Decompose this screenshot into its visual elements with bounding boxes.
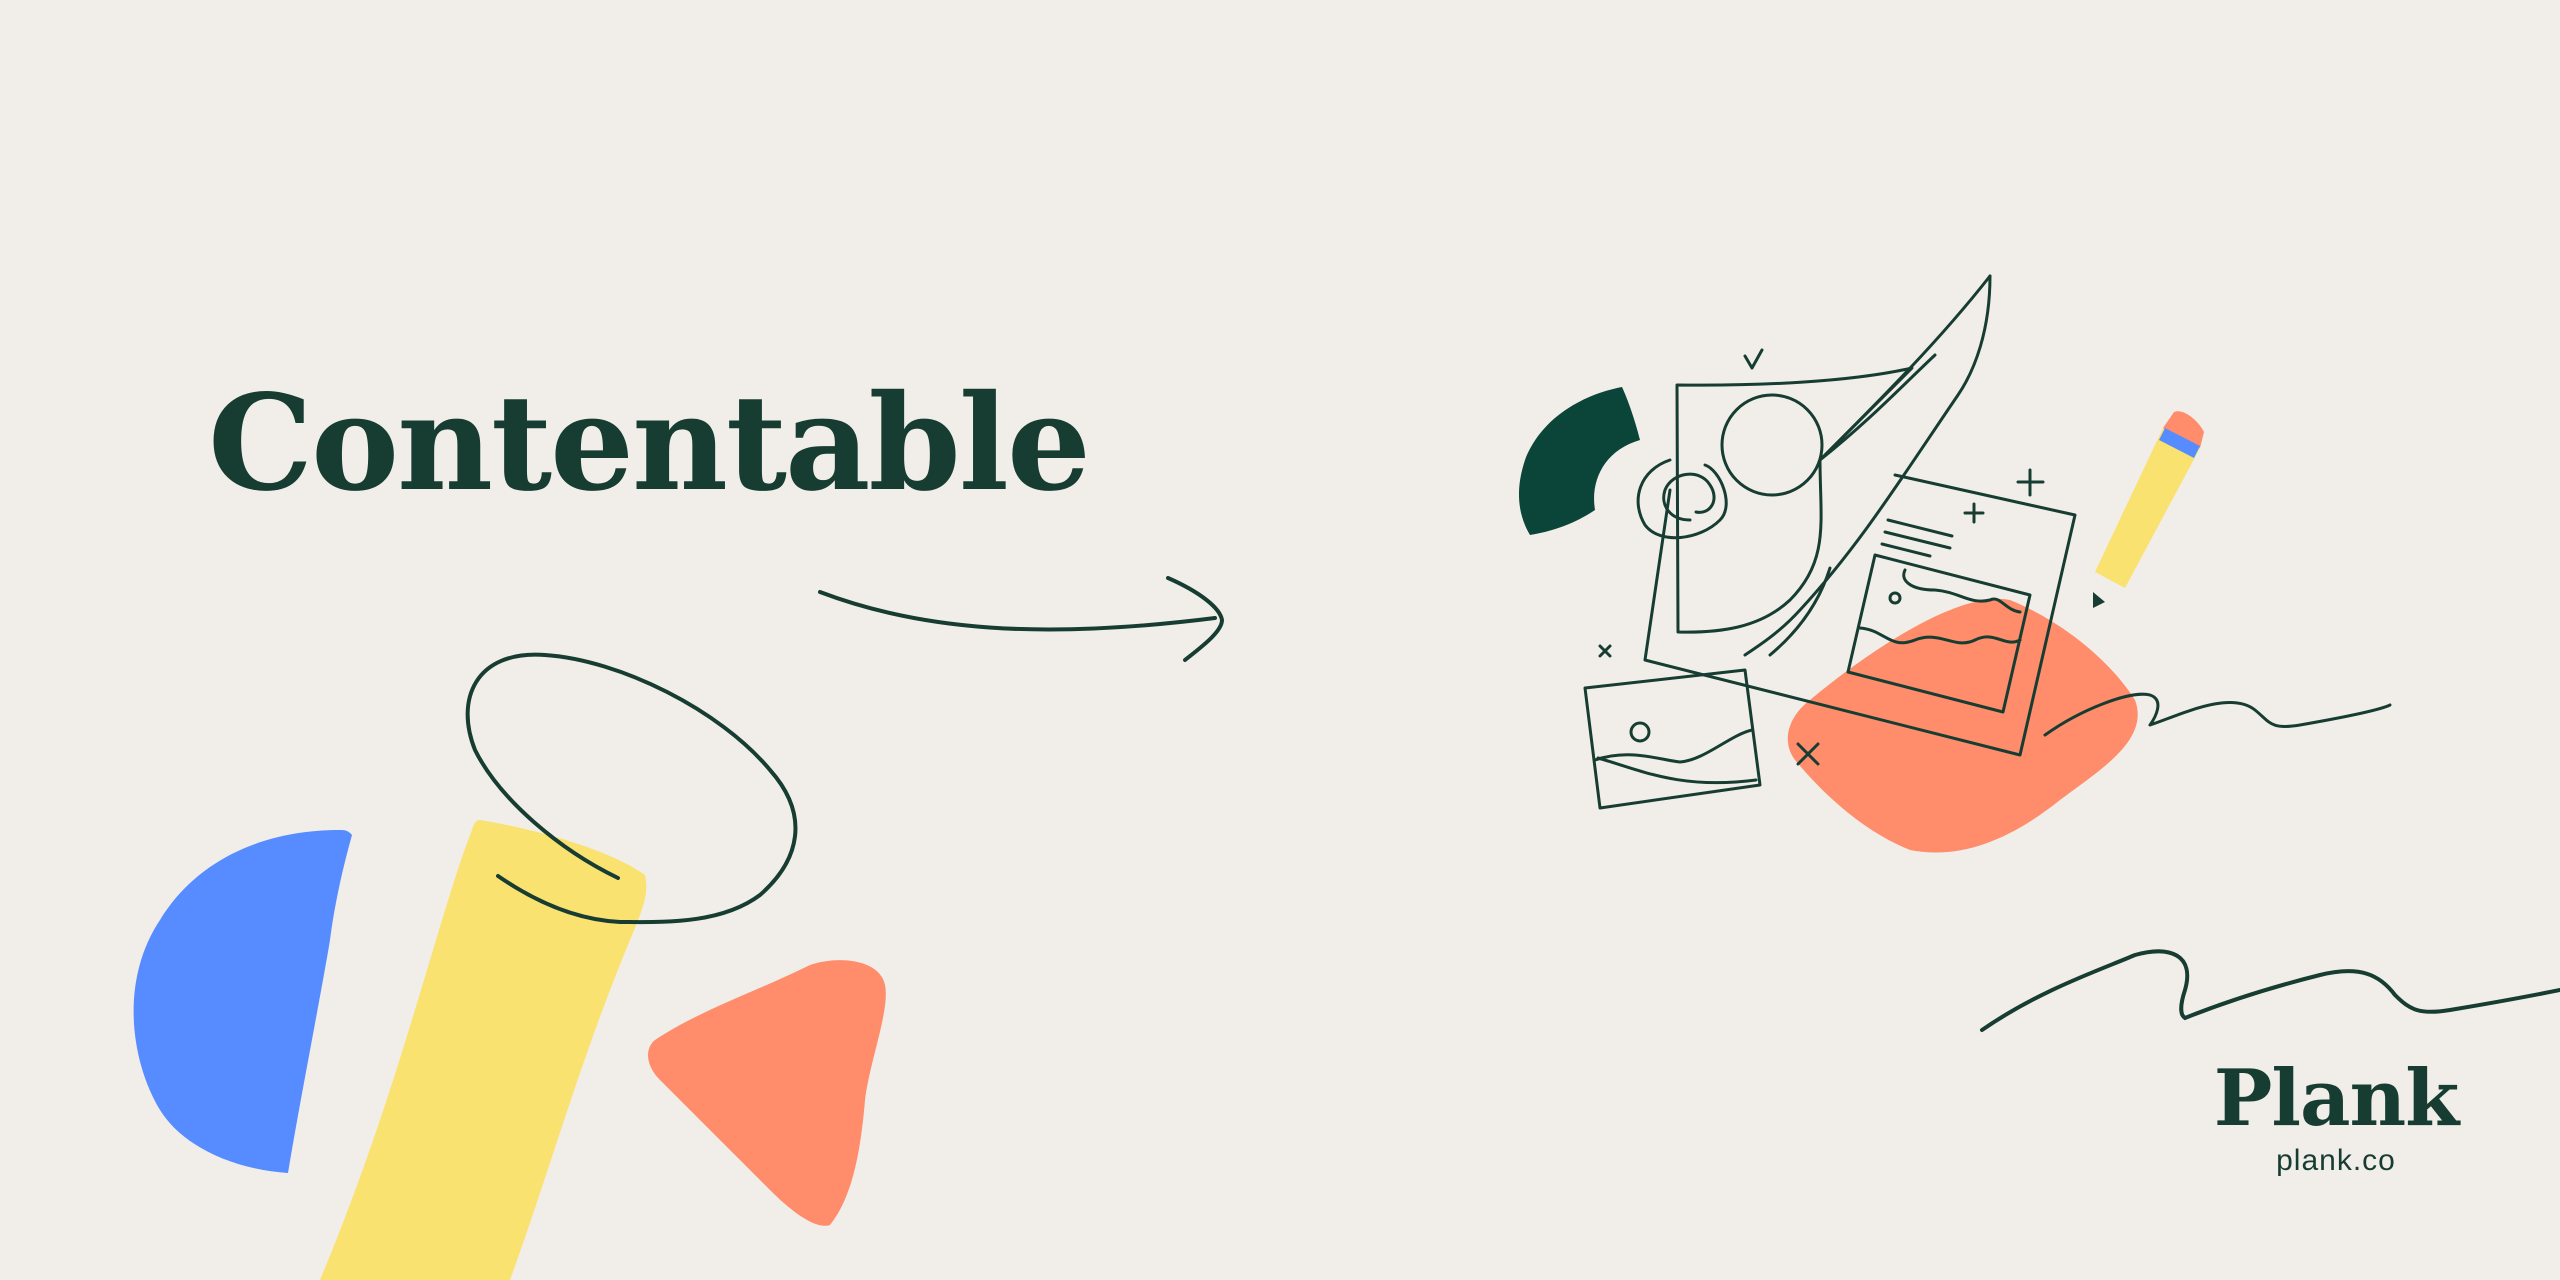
hero-title: Contentable [208, 366, 1091, 521]
brand-name: Plank [2213, 1053, 2460, 1144]
wave-line-shape [1980, 949, 2560, 1032]
blue-half-blob-shape [133, 830, 352, 1173]
dark-green-arc-shape [1518, 387, 1640, 535]
pencil-icon [2093, 411, 2204, 608]
curved-arrow [818, 576, 1225, 662]
document-collage-illustration [1518, 274, 2392, 853]
hero-banner: Contentable Plank plank.co [0, 0, 2560, 1280]
brand-url[interactable]: plank.co [2208, 1144, 2464, 1177]
brand-logo[interactable]: Plank plank.co [2208, 1053, 2464, 1178]
background-art [133, 274, 2560, 1280]
yellow-stroke-shape [320, 820, 647, 1280]
abstract-shapes [133, 652, 886, 1280]
coral-blob-shape [1787, 598, 2138, 853]
coral-triangle-shape [648, 960, 886, 1226]
